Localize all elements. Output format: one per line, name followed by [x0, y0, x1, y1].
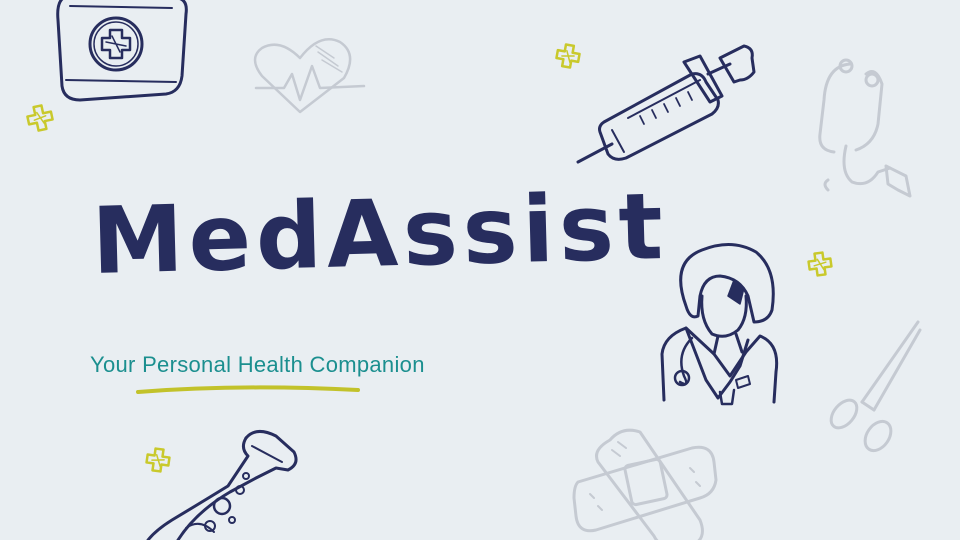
- scissors-icon: [829, 320, 922, 453]
- subtitle-underline: [136, 385, 360, 394]
- plus-icon: [26, 104, 54, 132]
- title-slide: MedAssist Your Personal Health Companion: [0, 0, 960, 540]
- plus-icon: [555, 43, 581, 69]
- heart-monitor-icon: [253, 38, 366, 114]
- bandage-icon: [572, 428, 718, 540]
- flask-icon: [146, 430, 298, 540]
- syringe-icon: [576, 44, 756, 164]
- stethoscope-icon: [818, 58, 912, 198]
- doctor-icon: [660, 243, 779, 406]
- plus-icon: [145, 447, 171, 473]
- plus-icon: [807, 251, 833, 277]
- slide-subtitle: Your Personal Health Companion: [90, 352, 425, 377]
- first-aid-kit-icon: [56, 0, 188, 102]
- slide-title: MedAssist: [90, 172, 669, 295]
